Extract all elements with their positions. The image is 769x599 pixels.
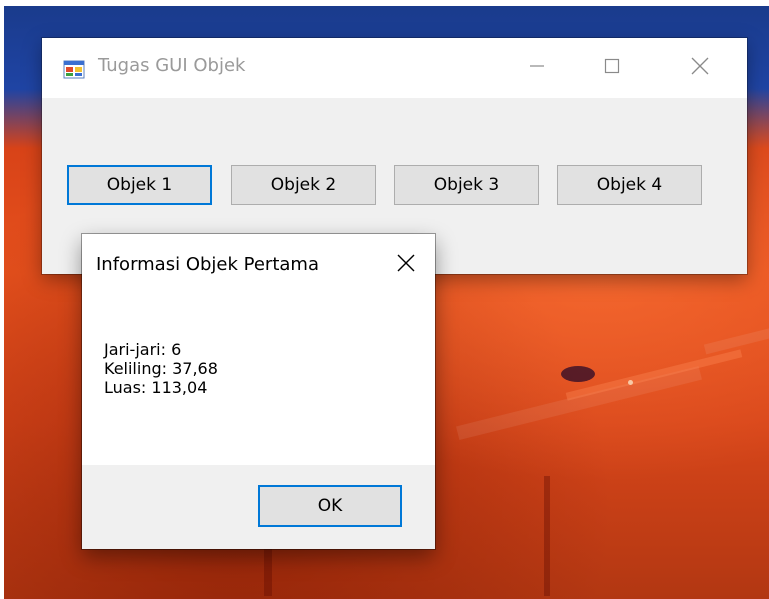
objek-4-button[interactable]: Objek 4 <box>557 165 702 205</box>
message-dialog: Informasi Objek Pertama Jari-jari: 6 Kel… <box>82 234 435 549</box>
dialog-button-area: OK <box>82 465 435 549</box>
wallpaper-dot <box>628 380 633 385</box>
window-title: Tugas GUI Objek <box>98 55 246 76</box>
title-bar[interactable]: Tugas GUI Objek <box>42 38 747 98</box>
objek-2-button[interactable]: Objek 2 <box>231 165 376 205</box>
wallpaper-streak <box>544 476 550 596</box>
area-text: Luas: 113,04 <box>104 378 208 397</box>
dialog-message: Jari-jari: 6 Keliling: 37,68 Luas: 113,0… <box>104 340 218 397</box>
app-window-icon[interactable] <box>63 58 85 80</box>
objek-1-button[interactable]: Objek 1 <box>67 165 212 205</box>
ok-button[interactable]: OK <box>258 485 402 527</box>
circumference-text: Keliling: 37,68 <box>104 359 218 378</box>
dialog-title: Informasi Objek Pertama <box>96 254 319 275</box>
maximize-icon <box>603 57 621 79</box>
wallpaper-blot <box>561 366 595 382</box>
close-button[interactable] <box>670 38 730 98</box>
close-icon <box>396 253 416 277</box>
maximize-button[interactable] <box>582 38 642 98</box>
minimize-button[interactable] <box>507 38 567 98</box>
radius-text: Jari-jari: 6 <box>104 340 182 359</box>
objek-3-button[interactable]: Objek 3 <box>394 165 539 205</box>
minimize-icon <box>528 57 546 79</box>
dialog-close-button[interactable] <box>382 244 430 286</box>
close-icon <box>690 56 710 80</box>
